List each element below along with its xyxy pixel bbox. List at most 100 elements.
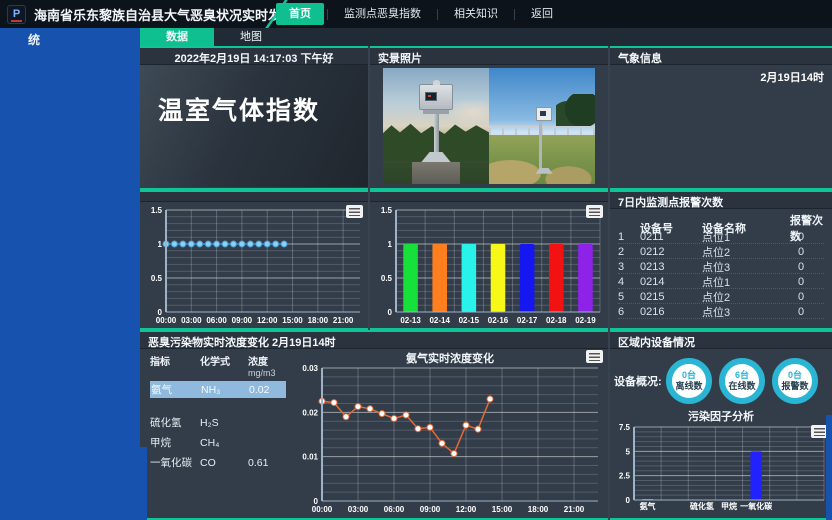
- background-strip: [138, 447, 147, 520]
- nav-item-home[interactable]: 首页: [276, 3, 324, 25]
- svg-text:21:00: 21:00: [333, 316, 354, 325]
- page-title: 温室气体指数: [158, 91, 368, 127]
- pollutant-row-NH₃[interactable]: 氨气NH₃0.02: [150, 381, 286, 398]
- svg-text:18:00: 18:00: [528, 505, 549, 514]
- pollutant-table-header: 指标 化学式 浓度 mg/m3: [150, 353, 286, 378]
- svg-text:02-13: 02-13: [400, 316, 421, 325]
- device-plate-graphic: [423, 110, 449, 114]
- photos-panel: 实景照片: [370, 46, 608, 190]
- tab-map[interactable]: 地图: [214, 28, 288, 46]
- svg-text:02-17: 02-17: [517, 316, 538, 325]
- photos-panel-title: 实景照片: [370, 48, 608, 65]
- svg-text:0.5: 0.5: [151, 274, 163, 283]
- svg-text:2.5: 2.5: [619, 472, 631, 481]
- device-pedestal-graphic: [412, 162, 460, 184]
- pollutant-row-H₂S[interactable]: 硫化氢H₂S: [150, 414, 286, 431]
- svg-text:0: 0: [388, 308, 393, 317]
- daily-index-chart-panel: 00.511.502-1302-1402-1502-1602-1702-1802…: [370, 190, 608, 330]
- tab-data[interactable]: 数据: [140, 28, 214, 46]
- svg-text:02-18: 02-18: [546, 316, 567, 325]
- device-count-circle: 0台报警数: [772, 358, 818, 404]
- fence-graphic: [489, 126, 595, 135]
- ammonia-chart: 00.010.020.0300:0003:0006:0009:0012:0015…: [292, 364, 608, 516]
- weather-body: 2月19日14时: [610, 65, 832, 187]
- device-overview: 设备概况: 0台离线数6台在线数0台报警数: [610, 349, 832, 406]
- left-sidebar: 统: [0, 28, 140, 520]
- monitor-device-graphic: [419, 84, 453, 110]
- alarm-table-header: 设备号 设备名称 报警次数: [618, 212, 824, 229]
- greeting-panel: 2022年2月19日 14:17:03 下午好 温室气体指数: [140, 46, 368, 190]
- svg-text:00:00: 00:00: [156, 316, 177, 325]
- pollutant-row-CO[interactable]: 一氧化碳CO0.61: [150, 454, 286, 471]
- pollutant-table-body: 氨气NH₃0.02 硫化氢H₂S 甲烷CH₄ 一氧化碳CO0.61: [150, 381, 286, 471]
- svg-text:12:00: 12:00: [456, 505, 477, 514]
- device-panel: 区域内设备情况 设备概况: 0台离线数6台在线数0台报警数 污染因子分析 02.…: [610, 330, 832, 520]
- svg-text:1: 1: [388, 240, 393, 249]
- device-panel-title: 区域内设备情况: [610, 332, 832, 349]
- nav-separator: [514, 9, 515, 20]
- view-tabs: 数据 地图: [140, 28, 832, 46]
- svg-text:0.01: 0.01: [302, 453, 318, 462]
- monitor-device-graphic: [536, 107, 552, 121]
- pollutant-col-formula: 化学式: [200, 353, 248, 368]
- svg-text:02-16: 02-16: [488, 316, 509, 325]
- svg-text:0: 0: [626, 496, 631, 505]
- svg-text:03:00: 03:00: [181, 316, 202, 325]
- svg-text:02-19: 02-19: [575, 316, 596, 325]
- alarm-table-body: 10211点位1020212点位2030213点位3040214点位105021…: [618, 229, 824, 319]
- nav-item-back[interactable]: 返回: [518, 3, 566, 25]
- svg-text:18:00: 18:00: [308, 316, 329, 325]
- nav-item-odor-index[interactable]: 监测点恶臭指数: [331, 3, 434, 25]
- alarm-table-row: 60216点位30: [618, 304, 824, 319]
- weather-panel: 气象信息 2月19日14时: [610, 46, 832, 190]
- svg-text:0.02: 0.02: [302, 408, 318, 417]
- tree-graphic: [556, 94, 595, 129]
- svg-text:00:00: 00:00: [312, 505, 333, 514]
- svg-text:甲烷: 甲烷: [721, 501, 737, 511]
- hourly-index-chart-panel: 00.511.500:0003:0006:0009:0012:0015:0018…: [140, 190, 368, 330]
- weather-timestamp: 2月19日14时: [760, 69, 824, 85]
- pollutant-body: 指标 化学式 浓度 mg/m3 氨气NH₃0.02 硫化氢H₂S 甲烷CH₄ 一氧化碳…: [140, 349, 608, 518]
- device-body: 设备概况: 0台离线数6台在线数0台报警数 污染因子分析 02.557.5氨气硫…: [610, 349, 832, 518]
- nav-separator: [437, 9, 438, 20]
- alarm-panel: 7日内监测点报警次数 设备号 设备名称 报警次数 10211点位1020212点…: [610, 190, 832, 330]
- svg-text:0.03: 0.03: [302, 364, 318, 373]
- svg-text:09:00: 09:00: [232, 316, 253, 325]
- background-strip: [826, 415, 832, 520]
- chart-menu-icon[interactable]: [586, 205, 603, 218]
- svg-text:15:00: 15:00: [282, 316, 303, 325]
- chart-menu-icon[interactable]: [586, 350, 603, 363]
- svg-text:15:00: 15:00: [492, 505, 513, 514]
- pollutant-unit: mg/m3: [248, 368, 286, 378]
- greeting-body: 温室气体指数: [140, 65, 368, 187]
- svg-text:1.5: 1.5: [381, 206, 393, 215]
- app-title-wrap: 统: [28, 31, 40, 48]
- svg-text:02-15: 02-15: [459, 316, 480, 325]
- panel-strip: [370, 192, 608, 202]
- device-count-circle: 6台在线数: [719, 358, 765, 404]
- weather-panel-title: 气象信息: [610, 48, 832, 65]
- svg-text:12:00: 12:00: [257, 316, 278, 325]
- pollutant-row-CH₄[interactable]: 甲烷CH₄: [150, 434, 286, 451]
- device-screen-graphic: [425, 92, 437, 101]
- pollution-factor-chart: 02.557.5氨气硫化氢甲烷一氧化碳: [610, 423, 832, 518]
- alarm-table-row: 20212点位20: [618, 244, 824, 259]
- pollutant-panel-title: 恶臭污染物实时浓度变化 2月19日14时: [140, 332, 608, 349]
- svg-text:氨气: 氨气: [640, 501, 656, 511]
- svg-text:21:00: 21:00: [564, 505, 585, 514]
- nav-separator: [327, 9, 328, 20]
- ammonia-chart-area: 氨气实时浓度变化 00.010.020.0300:0003:0006:0009:…: [292, 349, 608, 518]
- alarm-table-row: 40214点位10: [618, 274, 824, 289]
- alarm-table-row: 30213点位30: [618, 259, 824, 274]
- chart-menu-icon[interactable]: [346, 205, 363, 218]
- device-pole-graphic: [539, 121, 542, 170]
- site-photo-1: [383, 68, 489, 184]
- datetime-text: 2022年2月19日 14:17:03 下午好: [140, 48, 368, 65]
- dashboard-root: P 海南省乐东黎族自治县大气恶臭状况实时发布系 首页 监测点恶臭指数 相关知识 …: [0, 0, 832, 520]
- svg-text:09:00: 09:00: [420, 505, 441, 514]
- app-logo-icon: P: [7, 5, 26, 24]
- nav-item-knowledge[interactable]: 相关知识: [441, 3, 511, 25]
- pollutant-col-indicator: 指标: [150, 353, 200, 368]
- alarm-table: 设备号 设备名称 报警次数 10211点位1020212点位2030213点位3…: [610, 209, 832, 319]
- svg-text:02-14: 02-14: [429, 316, 450, 325]
